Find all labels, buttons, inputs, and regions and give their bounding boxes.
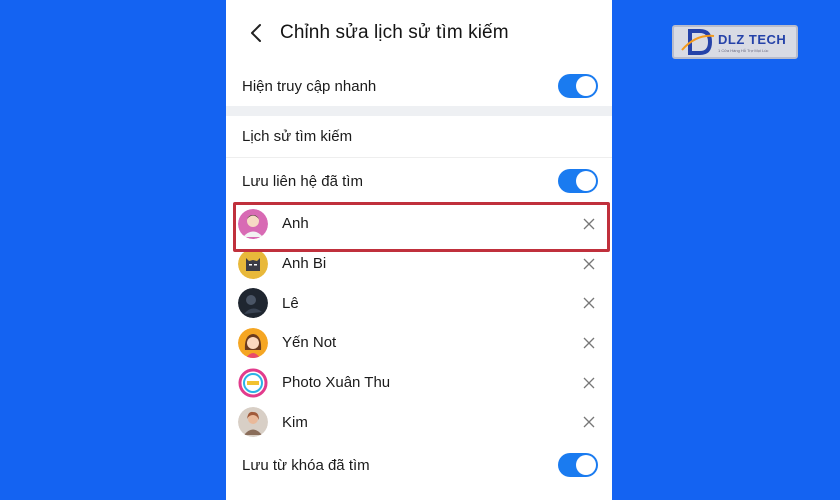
close-icon[interactable]: [582, 257, 596, 271]
close-icon[interactable]: [582, 217, 596, 231]
close-icon[interactable]: [582, 415, 596, 429]
header: Chỉnh sửa lịch sử tìm kiếm: [226, 0, 612, 66]
quick-access-row: Hiện truy cập nhanh: [226, 66, 612, 106]
save-keywords-label: Lưu từ khóa đã tìm: [242, 456, 370, 474]
list-item[interactable]: Lê: [226, 283, 612, 323]
close-icon[interactable]: [582, 376, 596, 390]
save-contacts-label: Lưu liên hệ đã tìm: [242, 172, 363, 190]
batman-avatar: [238, 248, 268, 279]
save-contacts-row: Lưu liên hệ đã tìm: [226, 158, 612, 204]
dark-photo-avatar: [238, 288, 268, 319]
quick-access-toggle[interactable]: [558, 74, 598, 98]
quick-access-label: Hiện truy cập nhanh: [242, 77, 377, 95]
list-item[interactable]: Anh Bi: [226, 244, 612, 284]
photo-avatar: [238, 407, 268, 438]
contact-name: Kim: [282, 413, 308, 431]
contact-name: Yến Not: [282, 334, 337, 352]
toggle-knob: [576, 171, 596, 191]
close-icon[interactable]: [582, 296, 596, 310]
logo-avatar: [238, 367, 268, 398]
page-title: Chỉnh sửa lịch sử tìm kiếm: [280, 22, 509, 43]
save-keywords-toggle[interactable]: [558, 453, 598, 478]
list-item[interactable]: Photo Xuân Thu: [226, 363, 612, 403]
save-contacts-toggle[interactable]: [558, 169, 598, 193]
man-avatar: [238, 208, 268, 239]
save-keywords-row: Lưu từ khóa đã tìm: [226, 442, 612, 489]
toggle-knob: [576, 455, 596, 476]
list-item[interactable]: Kim: [226, 402, 612, 442]
woman-cartoon-avatar: [238, 327, 268, 358]
section-divider: [226, 106, 612, 116]
dlz-logo-icon: [681, 29, 715, 55]
contact-name: Anh Bi: [282, 255, 327, 273]
watermark-logo: DLZ TECH 1 Cửa Hàng Hỗ Trợ Mọi Lúc: [672, 25, 798, 59]
list-item[interactable]: Yến Not: [226, 323, 612, 363]
logo-text: DLZ TECH 1 Cửa Hàng Hỗ Trợ Mọi Lúc: [718, 32, 786, 53]
contact-name: Lê: [282, 294, 299, 312]
toggle-knob: [576, 76, 596, 96]
close-icon[interactable]: [582, 336, 596, 350]
logo-name: DLZ TECH: [718, 31, 787, 47]
history-section-title: Lịch sử tìm kiếm: [226, 116, 612, 158]
contact-name: Photo Xuân Thu: [282, 374, 391, 392]
phone-screen: Chỉnh sửa lịch sử tìm kiếm Hiện truy cập…: [226, 0, 612, 500]
list-item[interactable]: Anh: [226, 204, 612, 244]
logo-tagline: 1 Cửa Hàng Hỗ Trợ Mọi Lúc: [718, 47, 769, 53]
contact-name: Anh: [282, 215, 309, 233]
chevron-left-icon[interactable]: [244, 21, 268, 45]
